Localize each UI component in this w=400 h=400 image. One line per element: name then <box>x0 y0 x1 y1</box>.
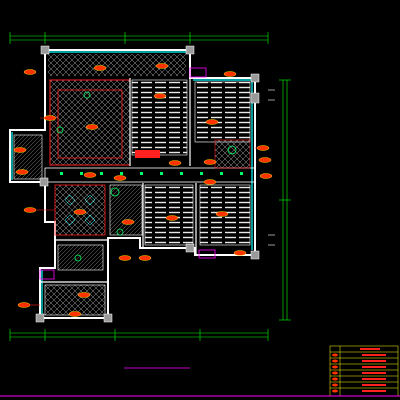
room-bedroom-2-floor <box>194 81 251 143</box>
top-dimension-lines <box>9 32 269 44</box>
legend-table <box>329 345 399 397</box>
bottom-dimension-lines <box>9 329 269 341</box>
legend-swatches <box>332 353 338 393</box>
room-bath-2-floor <box>109 184 143 236</box>
corridor-floor <box>44 167 256 183</box>
right-small-ticks <box>268 89 275 246</box>
room-balcony-floor <box>44 284 106 316</box>
room-bedroom-1-floor <box>131 79 188 156</box>
red-annotation-block <box>135 150 160 158</box>
room-dining-floor <box>49 79 131 166</box>
right-dimension-lines <box>279 79 291 321</box>
room-kitchen-floor <box>57 244 104 271</box>
cad-floor-plan-canvas[interactable] <box>0 0 400 400</box>
room-bedroom-3-floor <box>144 184 194 246</box>
